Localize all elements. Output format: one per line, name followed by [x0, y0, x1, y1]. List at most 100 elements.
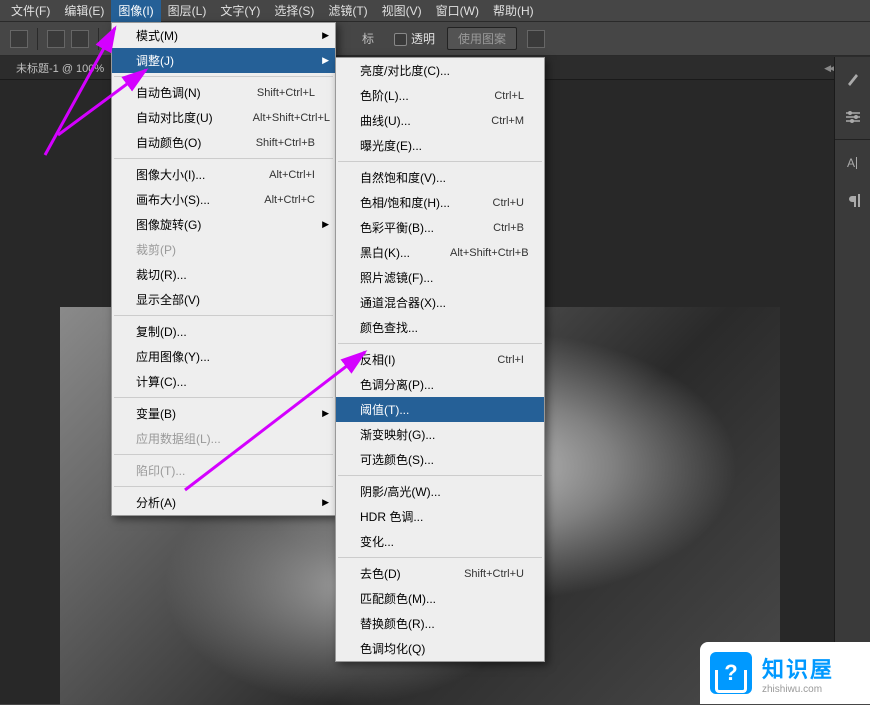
target-label: 标	[362, 30, 374, 47]
adjust-menu-item[interactable]: 自然饱和度(V)...	[336, 165, 544, 190]
adjust-menu-item[interactable]: 曲线(U)...Ctrl+M	[336, 108, 544, 133]
watermark-url: zhishiwu.com	[762, 684, 834, 695]
document-tab[interactable]: 未标题-1 @ 100%	[8, 57, 112, 79]
adjust-menu-item[interactable]: 阴影/高光(W)...	[336, 479, 544, 504]
tool-icon-2[interactable]	[47, 30, 65, 48]
adjust-menu-item[interactable]: 反相(I)Ctrl+I	[336, 347, 544, 372]
watermark-logo-icon	[710, 652, 752, 694]
character-panel-icon[interactable]: A	[837, 146, 869, 178]
menu-item-shortcut: Shift+Ctrl+L	[257, 87, 315, 99]
menu-item-label: 替换颜色(R)...	[360, 615, 435, 632]
use-pattern-button[interactable]: 使用图案	[447, 27, 517, 50]
menu-separator	[114, 315, 333, 316]
menu-separator	[338, 557, 542, 558]
menu-item-shortcut: Ctrl+L	[494, 90, 524, 102]
menu-item-label: 变化...	[360, 533, 394, 550]
adjust-menu-item[interactable]: 色调分离(P)...	[336, 372, 544, 397]
menu-item-label: 显示全部(V)	[136, 291, 200, 308]
menu-item-label: 可选颜色(S)...	[360, 451, 434, 468]
image-menu-item[interactable]: 画布大小(S)...Alt+Ctrl+C	[112, 187, 335, 212]
adjust-menu-item[interactable]: 去色(D)Shift+Ctrl+U	[336, 561, 544, 586]
panel-collapse-handle[interactable]: ◀◀	[824, 63, 834, 74]
menu-item-label: 变量(B)	[136, 405, 176, 422]
menu-select[interactable]: 选择(S)	[267, 0, 321, 22]
image-menu-item[interactable]: 应用图像(Y)...	[112, 344, 335, 369]
image-menu-item[interactable]: 调整(J)▶	[112, 48, 335, 73]
image-menu-item[interactable]: 计算(C)...	[112, 369, 335, 394]
adjust-menu-item[interactable]: 色调均化(Q)	[336, 636, 544, 661]
menu-layer[interactable]: 图层(L)	[161, 0, 214, 22]
menubar: 文件(F) 编辑(E) 图像(I) 图层(L) 文字(Y) 选择(S) 滤镜(T…	[0, 0, 870, 22]
brush-panel-icon[interactable]	[837, 63, 869, 95]
adjust-menu-item[interactable]: 色相/饱和度(H)...Ctrl+U	[336, 190, 544, 215]
adjust-menu-item[interactable]: 渐变映射(G)...	[336, 422, 544, 447]
transparent-checkbox[interactable]	[394, 33, 407, 46]
image-menu-item[interactable]: 自动对比度(U)Alt+Shift+Ctrl+L	[112, 105, 335, 130]
image-menu-item[interactable]: 裁切(R)...	[112, 262, 335, 287]
menu-item-label: 通道混合器(X)...	[360, 294, 446, 311]
menu-text[interactable]: 文字(Y)	[213, 0, 267, 22]
image-menu-item[interactable]: 分析(A)▶	[112, 490, 335, 515]
menu-window[interactable]: 窗口(W)	[429, 0, 486, 22]
menu-item-shortcut: Alt+Shift+Ctrl+L	[253, 112, 330, 124]
image-menu-item[interactable]: 图像旋转(G)▶	[112, 212, 335, 237]
divider	[98, 28, 99, 50]
adjust-menu-item[interactable]: 可选颜色(S)...	[336, 447, 544, 472]
menu-separator	[114, 158, 333, 159]
menu-item-label: 裁剪(P)	[136, 241, 176, 258]
menu-filter[interactable]: 滤镜(T)	[321, 0, 374, 22]
menu-item-label: 复制(D)...	[136, 323, 187, 340]
menu-separator	[114, 397, 333, 398]
tool-icon-3[interactable]	[71, 30, 89, 48]
adjust-menu-item[interactable]: 通道混合器(X)...	[336, 290, 544, 315]
image-menu-item[interactable]: 显示全部(V)	[112, 287, 335, 312]
adjust-menu-item[interactable]: 替换颜色(R)...	[336, 611, 544, 636]
adjust-menu-item[interactable]: 照片滤镜(F)...	[336, 265, 544, 290]
adjust-menu-item[interactable]: 阈值(T)...	[336, 397, 544, 422]
menu-item-label: 图像大小(I)...	[136, 166, 205, 183]
adjust-menu-item[interactable]: 亮度/对比度(C)...	[336, 58, 544, 83]
adjust-menu-item[interactable]: 色阶(L)...Ctrl+L	[336, 83, 544, 108]
menu-separator	[114, 454, 333, 455]
pattern-swatch[interactable]	[527, 30, 545, 48]
image-menu-item[interactable]: 自动颜色(O)Shift+Ctrl+B	[112, 130, 335, 155]
menu-view[interactable]: 视图(V)	[375, 0, 429, 22]
menu-item-label: HDR 色调...	[360, 508, 423, 525]
adjust-menu-item[interactable]: HDR 色调...	[336, 504, 544, 529]
image-menu-item[interactable]: 复制(D)...	[112, 319, 335, 344]
menu-help[interactable]: 帮助(H)	[486, 0, 541, 22]
panel-divider	[835, 139, 870, 140]
adjustments-panel-icon[interactable]	[837, 101, 869, 133]
menu-item-shortcut: Shift+Ctrl+B	[256, 137, 315, 149]
menu-item-label: 曲线(U)...	[360, 112, 411, 129]
adjust-menu-item[interactable]: 曝光度(E)...	[336, 133, 544, 158]
adjust-menu-item[interactable]: 变化...	[336, 529, 544, 554]
menu-item-label: 自动色调(N)	[136, 84, 201, 101]
menu-item-label: 阴影/高光(W)...	[360, 483, 441, 500]
adjust-menu-item[interactable]: 颜色查找...	[336, 315, 544, 340]
tool-icon-1[interactable]	[10, 30, 28, 48]
image-menu-item[interactable]: 变量(B)▶	[112, 401, 335, 426]
paragraph-panel-icon[interactable]	[837, 184, 869, 216]
menu-item-label: 色调均化(Q)	[360, 640, 425, 657]
menu-separator	[114, 486, 333, 487]
menu-file[interactable]: 文件(F)	[4, 0, 57, 22]
adjust-menu-item[interactable]: 匹配颜色(M)...	[336, 586, 544, 611]
image-menu-item: 应用数据组(L)...	[112, 426, 335, 451]
menu-item-label: 亮度/对比度(C)...	[360, 62, 450, 79]
menu-item-shortcut: Alt+Shift+Ctrl+B	[450, 247, 529, 259]
image-menu-item[interactable]: 模式(M)▶	[112, 23, 335, 48]
menu-item-label: 应用数据组(L)...	[136, 430, 221, 447]
image-menu-item[interactable]: 自动色调(N) Shift+Ctrl+L	[112, 80, 335, 105]
adjust-menu-item[interactable]: 色彩平衡(B)...Ctrl+B	[336, 215, 544, 240]
image-menu-item[interactable]: 图像大小(I)...Alt+Ctrl+I	[112, 162, 335, 187]
submenu-arrow-icon: ▶	[322, 497, 329, 508]
adjustments-submenu: 亮度/对比度(C)... 色阶(L)...Ctrl+L曲线(U)...Ctrl+M…	[335, 57, 545, 662]
menu-item-label: 调整(J)	[136, 52, 174, 69]
adjust-menu-item[interactable]: 黑白(K)...Alt+Shift+Ctrl+B	[336, 240, 544, 265]
menu-edit[interactable]: 编辑(E)	[57, 0, 111, 22]
menu-item-shortcut: Alt+Ctrl+C	[264, 194, 315, 206]
watermark-title: 知识屋	[762, 652, 834, 684]
menu-separator	[338, 343, 542, 344]
menu-image[interactable]: 图像(I)	[111, 0, 160, 22]
